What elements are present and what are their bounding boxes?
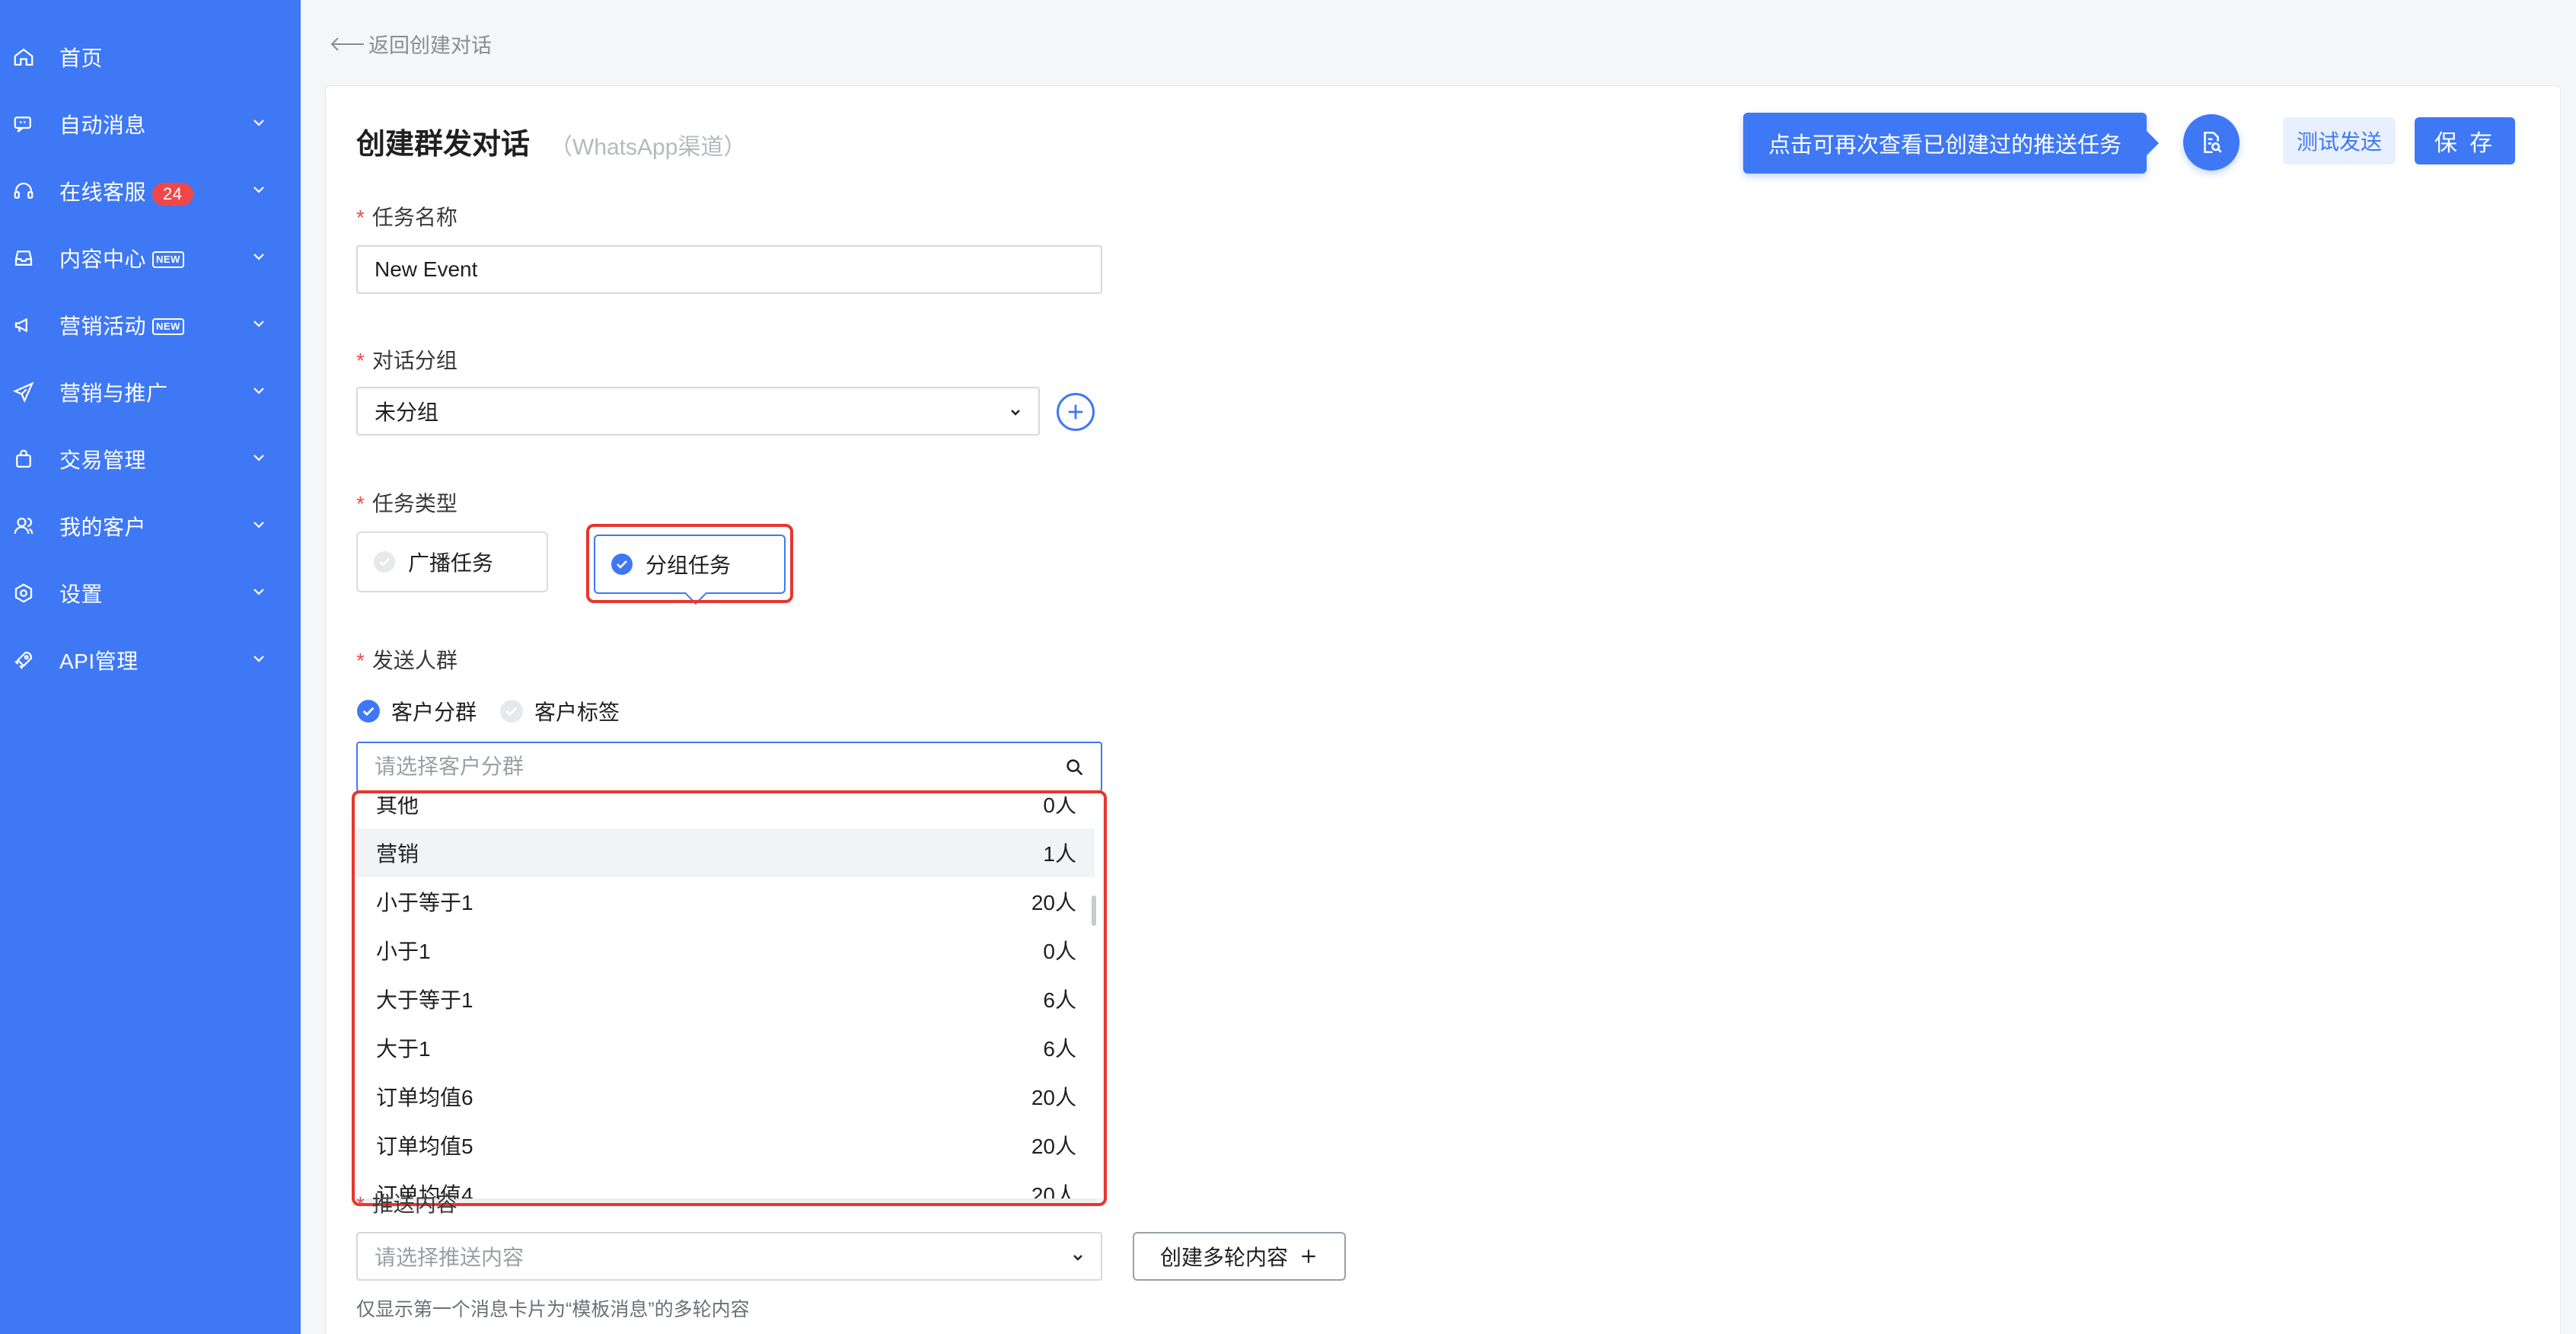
sidebar-item-label: 在线客服	[59, 180, 147, 204]
sidebar-item-settings[interactable]: 设置	[0, 560, 301, 627]
plus-icon	[1068, 404, 1083, 420]
history-tooltip: 点击可再次查看已创建过的推送任务	[1743, 113, 2159, 174]
push-content-select[interactable]: 请选择推送内容	[356, 1232, 1102, 1281]
task-name-label: * 任务名称	[356, 206, 457, 229]
rocket-icon	[11, 647, 37, 673]
sidebar-item-marketing-promotion[interactable]: 营销与推广	[0, 359, 301, 426]
highlight-box	[586, 524, 793, 603]
add-group-button[interactable]	[1057, 393, 1095, 431]
history-tasks-button[interactable]	[2183, 114, 2240, 171]
chevron-down-icon	[250, 448, 271, 470]
task-type-broadcast[interactable]: 广播任务	[356, 531, 548, 592]
dialog-group-label: * 对话分组	[356, 349, 457, 372]
segment-search-input[interactable]	[358, 743, 1043, 790]
sidebar-item-label: 交易管理	[59, 448, 147, 472]
sidebar-item-my-customers[interactable]: 我的客户	[0, 493, 301, 560]
audience-option-tag-label: 客户标签	[534, 701, 620, 724]
bag-icon	[11, 446, 37, 472]
chevron-down-icon	[250, 582, 271, 604]
search-icon	[1066, 759, 1083, 776]
arrow-left-icon	[330, 37, 364, 51]
back-link[interactable]: 返回创建对话	[329, 29, 492, 59]
check-circle-icon	[500, 700, 523, 723]
test-send-button[interactable]: 测试发送	[2283, 117, 2396, 164]
task-name-input[interactable]	[356, 245, 1102, 294]
sidebar-item-content-center[interactable]: 内容中心 NEW	[0, 225, 301, 292]
chevron-down-icon	[250, 649, 271, 671]
audience-option-segment[interactable]: 客户分群	[356, 696, 477, 726]
push-content-placeholder: 请选择推送内容	[375, 1246, 524, 1269]
sidebar: 首页 自动消息 在线客服 24 内容中心 NEW 营销活动 NEW 营销与推广 交易管…	[0, 0, 301, 1334]
sidebar-item-api[interactable]: API管理	[0, 627, 301, 694]
send-icon	[11, 379, 37, 405]
sidebar-item-label: 设置	[59, 582, 104, 606]
sidebar-item-online-service[interactable]: 在线客服 24	[0, 158, 301, 225]
audience-label: * 发送人群	[356, 649, 457, 672]
audience-option-tag[interactable]: 客户标签	[499, 696, 620, 726]
sidebar-item-label: 营销活动	[59, 314, 147, 338]
sidebar-item-label: 内容中心	[59, 247, 147, 271]
home-icon	[11, 44, 37, 70]
audience-radio-group: 客户分群 客户标签	[356, 696, 642, 726]
save-button[interactable]: 保 存	[2415, 117, 2515, 164]
chevron-down-icon	[250, 180, 271, 202]
headset-icon	[11, 178, 37, 204]
plus-icon	[1302, 1249, 1315, 1263]
sidebar-item-label: 首页	[59, 46, 104, 70]
check-circle-icon	[374, 551, 395, 573]
chevron-down-icon	[250, 515, 271, 537]
sidebar-item-label: 营销与推广	[59, 381, 168, 405]
create-multi-round-label: 创建多轮内容	[1159, 1246, 1288, 1269]
chevron-down-icon	[250, 247, 271, 269]
sidebar-item-auto-message[interactable]: 自动消息	[0, 91, 301, 158]
sidebar-item-marketing-campaign[interactable]: 营销活动 NEW	[0, 292, 301, 359]
sidebar-item-home[interactable]: 首页	[0, 24, 301, 91]
audience-option-segment-label: 客户分群	[391, 701, 477, 724]
users-icon	[11, 513, 37, 539]
new-tag: NEW	[152, 318, 184, 335]
new-tag: NEW	[152, 251, 184, 268]
page-scrollbar[interactable]	[2567, 0, 2576, 1334]
document-search-icon	[2204, 131, 2222, 154]
sidebar-item-label: 自动消息	[59, 113, 147, 137]
sidebar-item-transactions[interactable]: 交易管理	[0, 426, 301, 493]
back-link-label: 返回创建对话	[368, 34, 492, 57]
create-multi-round-button[interactable]: 创建多轮内容	[1133, 1232, 1346, 1281]
gear-icon	[11, 580, 37, 606]
inbox-icon	[11, 245, 37, 271]
highlight-box	[352, 790, 1107, 1206]
chat-icon	[11, 111, 37, 137]
unread-count-badge: 24	[152, 182, 193, 206]
page-title: 创建群发对话	[356, 129, 531, 161]
chevron-down-icon	[250, 381, 271, 403]
check-circle-icon	[357, 700, 380, 723]
push-content-hint: 仅显示第一个消息卡片为“模板消息”的多轮内容	[356, 1299, 750, 1320]
page-subtitle: （WhatsApp渠道）	[550, 135, 747, 160]
chevron-down-icon	[1006, 402, 1025, 420]
segment-search-box[interactable]	[356, 742, 1102, 792]
sidebar-item-label: API管理	[59, 649, 139, 673]
chevron-down-icon	[250, 314, 271, 336]
chevron-down-icon	[250, 113, 271, 135]
sidebar-item-label: 我的客户	[59, 515, 147, 539]
dialog-group-value: 未分组	[375, 401, 439, 424]
chevron-down-icon	[1069, 1247, 1087, 1265]
megaphone-icon	[11, 312, 37, 338]
push-content-label: * 推送内容	[356, 1192, 457, 1216]
dialog-group-select[interactable]: 未分组	[356, 387, 1040, 436]
task-type-label: * 任务类型	[356, 492, 457, 515]
task-type-broadcast-label: 广播任务	[408, 551, 494, 575]
